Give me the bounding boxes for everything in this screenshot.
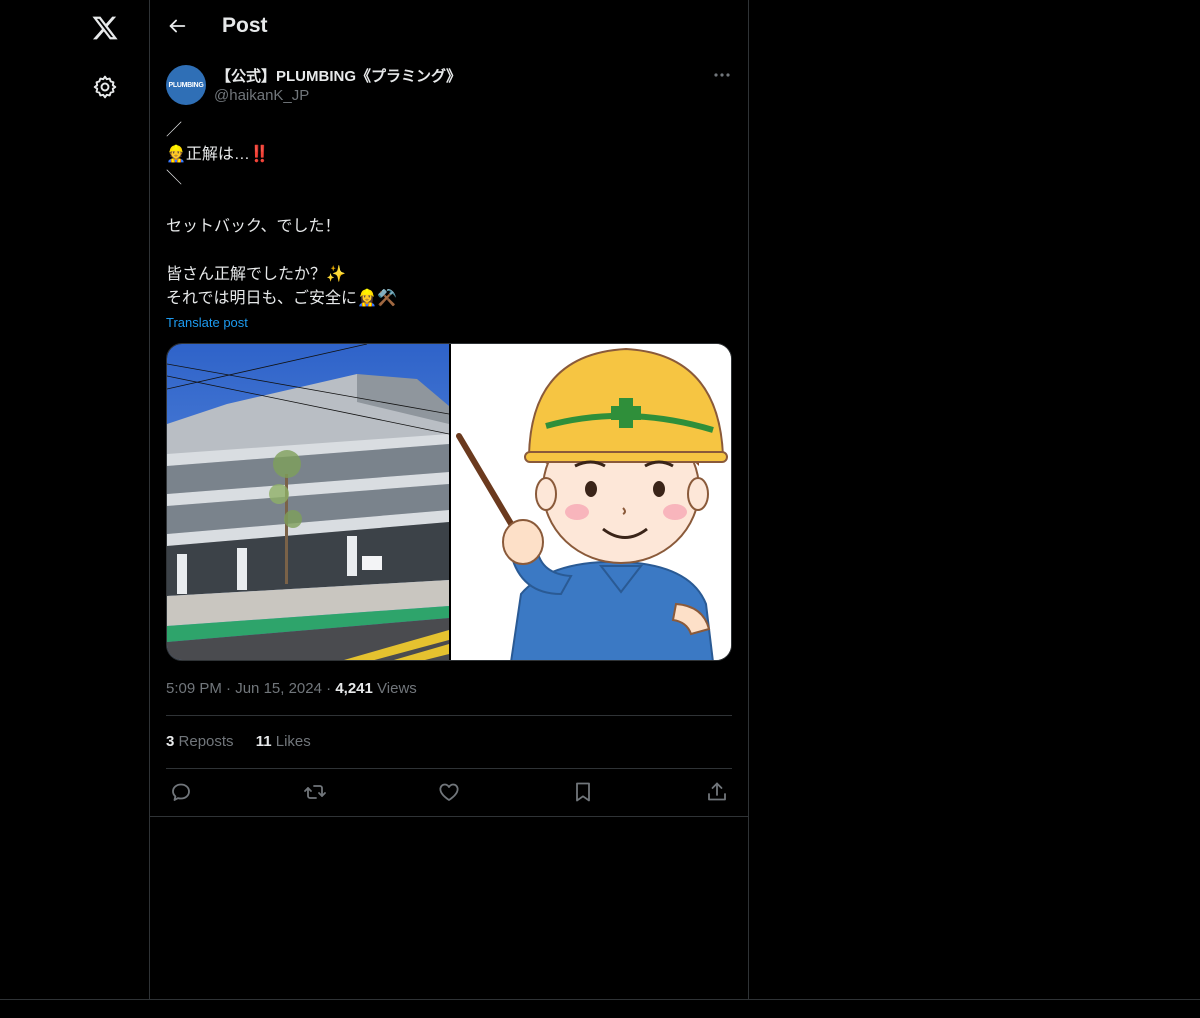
tweet-stats: 3 Reposts 11 Likes bbox=[166, 733, 329, 750]
author-display-name[interactable]: 【公式】PLUMBING《プラミング》 bbox=[216, 65, 461, 86]
likes-stat[interactable]: 11 Likes bbox=[256, 733, 311, 750]
page-title: Post bbox=[222, 14, 268, 37]
arrow-left-icon[interactable] bbox=[166, 15, 188, 37]
page-header: Post bbox=[150, 0, 748, 54]
bookmark-icon[interactable] bbox=[571, 780, 595, 804]
divider bbox=[166, 768, 732, 769]
media-illustration-worker[interactable] bbox=[451, 344, 732, 661]
avatar-text: PLUMBING bbox=[168, 81, 204, 89]
x-logo-icon[interactable] bbox=[91, 14, 119, 42]
media-photo-building[interactable] bbox=[167, 344, 449, 661]
main-column: Post PLUMBING 【公式】PLUMBING《プラミング》 @haika… bbox=[150, 0, 749, 999]
divider bbox=[0, 999, 1200, 1000]
heart-icon[interactable] bbox=[437, 780, 461, 804]
left-nav-rail bbox=[0, 0, 150, 999]
tweet-actions bbox=[150, 780, 748, 806]
reply-icon[interactable] bbox=[169, 780, 193, 804]
views-count: 4,241 bbox=[335, 680, 373, 697]
tweet-meta: 5:09 PM · Jun 15, 2024 · 4,241 Views bbox=[166, 680, 417, 697]
tweet-time[interactable]: 5:09 PM bbox=[166, 680, 222, 697]
more-dots-icon[interactable] bbox=[712, 68, 732, 82]
repost-icon[interactable] bbox=[303, 780, 327, 804]
divider bbox=[166, 715, 732, 716]
gear-icon[interactable] bbox=[92, 74, 118, 100]
reposts-stat[interactable]: 3 Reposts bbox=[166, 733, 234, 750]
share-icon[interactable] bbox=[705, 780, 729, 804]
meta-separator: · bbox=[326, 680, 332, 697]
divider bbox=[150, 816, 748, 817]
avatar[interactable]: PLUMBING bbox=[166, 65, 206, 105]
likes-label: Likes bbox=[275, 733, 311, 750]
reposts-label: Reposts bbox=[178, 733, 234, 750]
app-root: Post PLUMBING 【公式】PLUMBING《プラミング》 @haika… bbox=[0, 0, 1200, 1018]
meta-separator: · bbox=[226, 680, 232, 697]
author-handle[interactable]: @haikanK_JP bbox=[214, 87, 309, 104]
tweet-text: ／ 👷正解は…‼️ ＼ セットバック、でした！ 皆さん正解でしたか？✨ それでは… bbox=[166, 122, 397, 307]
likes-count: 11 bbox=[255, 733, 272, 750]
translate-post-link[interactable]: Translate post bbox=[166, 315, 248, 330]
tweet-media bbox=[166, 343, 732, 661]
views-label: Views bbox=[377, 680, 417, 697]
tweet-date[interactable]: Jun 15, 2024 bbox=[235, 680, 322, 697]
reposts-count: 3 bbox=[166, 733, 175, 750]
